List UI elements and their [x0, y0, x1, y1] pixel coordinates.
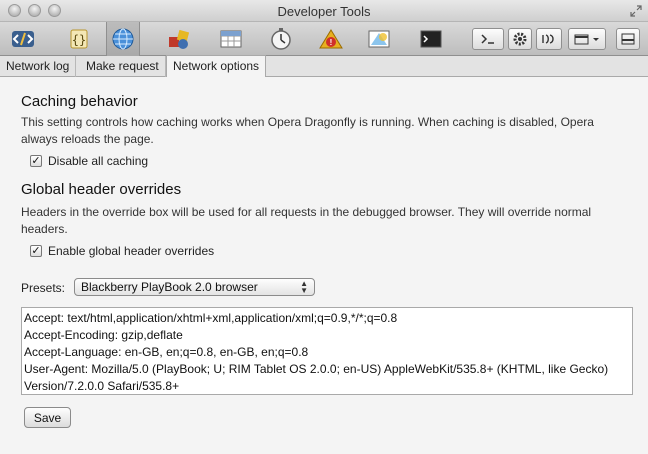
- caching-description: This setting controls how caching works …: [21, 115, 594, 146]
- header-line: Accept-Encoding: gzip,deflate: [24, 328, 183, 342]
- header-line: Accept-Language: en-GB, en;q=0.8, en-GB,…: [24, 345, 309, 359]
- console-icon[interactable]: [414, 25, 448, 53]
- network-icon[interactable]: [106, 22, 140, 56]
- profiler-icon[interactable]: [264, 25, 298, 53]
- svg-text:!: !: [330, 38, 333, 47]
- enable-overrides-checkbox[interactable]: ✓ Enable global header overrides: [30, 244, 214, 258]
- command-line-icon[interactable]: [472, 28, 504, 50]
- save-button[interactable]: Save: [24, 407, 71, 428]
- overrides-heading: Global header overrides: [21, 181, 182, 198]
- enable-overrides-label: Enable global header overrides: [48, 244, 215, 258]
- scripts-icon[interactable]: {}: [62, 25, 96, 53]
- header-line: User-Agent: Mozilla/5.0 (PlayBook; U; RI…: [24, 362, 609, 376]
- panel-toolbar: {} !: [0, 22, 648, 56]
- checkbox-box[interactable]: ✓: [30, 245, 42, 257]
- disable-caching-label: Disable all caching: [48, 154, 149, 168]
- window-titlebar: Developer Tools: [0, 0, 648, 22]
- window-layout-icon[interactable]: [568, 28, 606, 50]
- fullscreen-icon[interactable]: [630, 5, 642, 17]
- remote-debug-icon[interactable]: [536, 28, 562, 50]
- presets-selected-value: Blackberry PlayBook 2.0 browser: [81, 280, 258, 294]
- svg-text:{}: {}: [72, 33, 86, 47]
- header-overrides-textarea[interactable]: Accept: text/html,application/xhtml+xml,…: [21, 307, 633, 395]
- storage-icon[interactable]: [214, 25, 248, 53]
- header-line: Version/7.2.0.0 Safari/535.8+: [24, 379, 180, 393]
- presets-select[interactable]: Blackberry PlayBook 2.0 browser ▲ ▼: [74, 278, 315, 296]
- errors-icon[interactable]: !: [314, 25, 348, 53]
- overrides-description: Headers in the override box will be used…: [21, 205, 592, 236]
- tab-network-options[interactable]: Network options: [166, 55, 267, 77]
- window-title: Developer Tools: [277, 4, 371, 19]
- dom-inspector-icon[interactable]: [6, 25, 40, 53]
- network-tabs: Network log Make request Network options: [0, 55, 648, 77]
- checkmark-icon: ✓: [31, 154, 41, 167]
- dock-icon[interactable]: [616, 28, 640, 50]
- caching-heading: Caching behavior: [21, 93, 138, 110]
- presets-label: Presets:: [21, 281, 66, 295]
- settings-icon[interactable]: [508, 28, 532, 50]
- disable-caching-checkbox[interactable]: ✓ Disable all caching: [30, 154, 148, 168]
- checkbox-box[interactable]: ✓: [30, 155, 42, 167]
- utilities-icon[interactable]: [362, 25, 396, 53]
- select-arrows-icon: ▲ ▼: [300, 279, 308, 295]
- resources-icon[interactable]: [162, 25, 196, 53]
- network-options-panel: Caching behavior This setting controls h…: [0, 77, 648, 454]
- header-line: Accept: text/html,application/xhtml+xml,…: [24, 311, 398, 325]
- tab-make-request[interactable]: Make request: [80, 56, 166, 77]
- tab-network-log[interactable]: Network log: [0, 56, 77, 77]
- checkmark-icon: ✓: [31, 244, 41, 257]
